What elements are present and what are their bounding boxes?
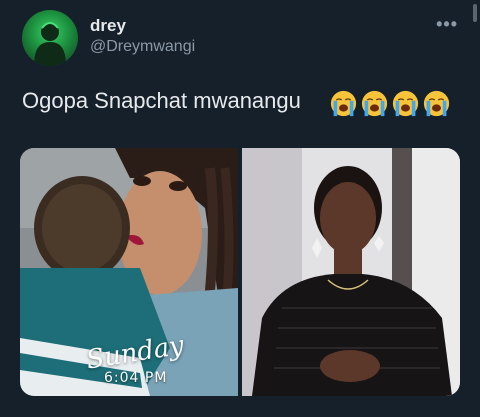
avatar[interactable] (22, 10, 78, 66)
portrait-image (242, 148, 460, 396)
avatar-image (34, 22, 66, 66)
loudly-crying-face-icon (330, 90, 357, 117)
emoji-group (330, 90, 450, 117)
tweet-text: Ogopa Snapchat mwanangu (22, 88, 301, 113)
loudly-crying-face-icon (423, 90, 450, 117)
display-name[interactable]: drey (90, 16, 126, 36)
loudly-crying-face-icon (361, 90, 388, 117)
right-photo[interactable] (242, 148, 460, 396)
loudly-crying-face-icon (392, 90, 419, 117)
tweet-media[interactable]: Sunday 6:04 PM (20, 148, 460, 396)
user-handle[interactable]: @Dreymwangi (90, 38, 195, 56)
left-photo[interactable]: Sunday 6:04 PM (20, 148, 238, 396)
scrollbar[interactable] (473, 4, 477, 22)
more-icon[interactable]: ••• (436, 14, 458, 35)
snapchat-time-overlay: 6:04 PM (104, 370, 168, 386)
